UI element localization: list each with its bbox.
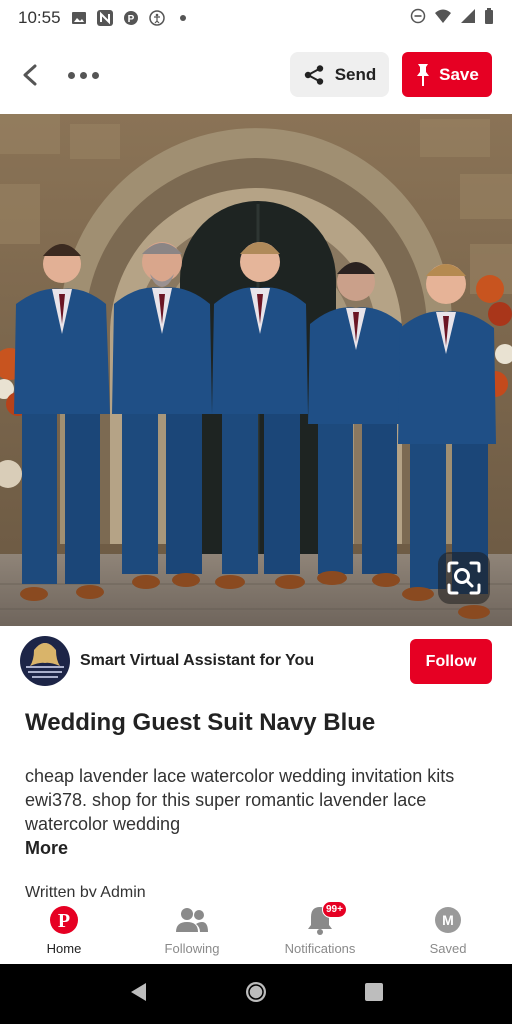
do-not-disturb-icon: [410, 8, 426, 29]
more-dots-icon: [92, 71, 99, 79]
accessibility-icon: [148, 10, 165, 26]
back-triangle-icon[interactable]: [128, 981, 148, 1008]
status-bar: 10:55 P: [0, 0, 512, 36]
follow-button[interactable]: Follow: [410, 639, 492, 684]
pin-title: Wedding Guest Suit Navy Blue: [25, 709, 376, 736]
visual-search-icon: [447, 561, 481, 595]
dot-icon: [175, 10, 191, 26]
pin-icon: [417, 63, 430, 86]
status-left: 10:55 P: [18, 8, 191, 28]
svg-text:P: P: [127, 14, 134, 25]
bell-icon: 99+: [304, 901, 347, 936]
nav-home[interactable]: P Home: [0, 898, 128, 964]
profile-avatar-icon: M: [432, 904, 464, 936]
image-icon: [71, 10, 87, 26]
more-dots-icon: [68, 71, 75, 79]
svg-text:P: P: [58, 910, 70, 932]
profile-avatar-letter: M: [435, 907, 461, 933]
more-link[interactable]: More: [25, 838, 68, 859]
n-app-icon: [96, 10, 113, 26]
back-button[interactable]: [18, 63, 42, 87]
more-dots-icon: [80, 71, 87, 79]
nav-following[interactable]: Following: [128, 898, 256, 964]
visual-search-button[interactable]: [438, 552, 490, 604]
nav-notifications[interactable]: 99+ Notifications: [256, 898, 384, 964]
save-button[interactable]: Save: [402, 52, 492, 97]
home-circle-icon[interactable]: [244, 980, 268, 1009]
save-label: Save: [439, 64, 479, 84]
written-by: Written by Admin: [25, 884, 146, 897]
send-button[interactable]: Send: [290, 52, 389, 97]
status-right: [410, 7, 494, 29]
pin-description: cheap lavender lace watercolor wedding i…: [25, 766, 455, 834]
chevron-left-icon: [23, 64, 37, 86]
nav-saved[interactable]: M Saved: [384, 898, 512, 964]
pinterest-icon: P: [123, 10, 139, 26]
people-icon: [176, 904, 208, 936]
recents-square-icon[interactable]: [364, 982, 384, 1007]
creator-name[interactable]: Smart Virtual Assistant for You: [80, 652, 314, 670]
creator-avatar[interactable]: [20, 636, 70, 686]
notification-badge: 99+: [322, 901, 347, 918]
pin-image[interactable]: [0, 114, 512, 626]
signal-icon: [460, 8, 476, 29]
status-time: 10:55: [18, 8, 61, 27]
nav-home-label: Home: [46, 941, 82, 956]
battery-icon: [484, 7, 494, 29]
pinterest-logo-icon: P: [48, 904, 80, 936]
share-icon: [304, 64, 323, 85]
more-options-button[interactable]: [68, 63, 99, 87]
bottom-navigation: P Home Following 99+ Notifications M Sav…: [0, 898, 512, 964]
pin-top-bar: Send Save: [0, 36, 512, 114]
wifi-icon: [434, 8, 452, 29]
send-label: Send: [334, 64, 377, 84]
nav-saved-label: Saved: [429, 941, 467, 956]
nav-following-label: Following: [164, 941, 220, 956]
nav-notifications-label: Notifications: [284, 941, 356, 956]
creator-row: Smart Virtual Assistant for You Follow: [20, 636, 492, 686]
system-navigation-bar: [0, 964, 512, 1024]
